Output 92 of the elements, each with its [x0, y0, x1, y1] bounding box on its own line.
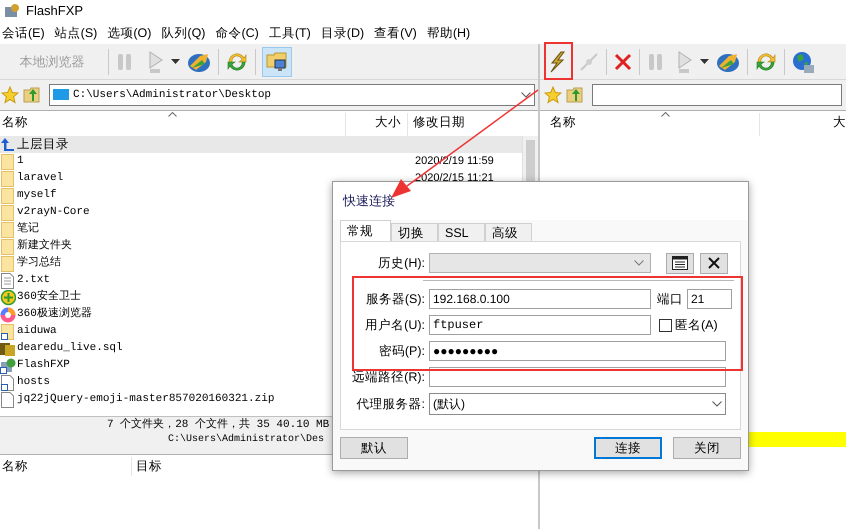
file-name: 360安全卫士 — [16, 289, 81, 306]
menu-item[interactable]: 目录(D) — [318, 23, 366, 43]
file-name: 学习总结 — [16, 255, 61, 272]
folder-icon — [1, 188, 15, 204]
up-folder-icon[interactable] — [566, 86, 584, 104]
monitor-icon — [53, 89, 69, 101]
field-label: 远端路径(R): — [351, 368, 426, 386]
menu-item[interactable]: 队列(Q) — [159, 23, 208, 43]
menu-item[interactable]: 站点(S) — [52, 23, 100, 43]
file-name: hosts — [16, 375, 50, 390]
folder-icon — [1, 154, 15, 170]
file-row[interactable]: 新建文件夹 — [0, 238, 522, 255]
path-field[interactable]: C:\Users\Administrator\Desktop — [49, 84, 535, 106]
remote-path-field[interactable] — [429, 367, 726, 387]
close-icon[interactable] — [613, 52, 633, 72]
tab[interactable]: SSL — [438, 223, 485, 241]
dialog-button[interactable]: 关闭 — [673, 437, 741, 459]
file-name: laravel — [16, 171, 64, 186]
dialog-title: 快速连接 — [343, 192, 395, 210]
window-title: FlashFXP — [26, 2, 84, 20]
clear-button[interactable] — [700, 252, 728, 274]
chevron-down-icon — [634, 260, 644, 266]
dialog-button[interactable]: 连接 — [594, 437, 662, 459]
file-name: 笔记 — [16, 221, 39, 238]
sort-caret-icon — [661, 112, 670, 117]
file-name: dearedu_live.sql — [16, 341, 123, 356]
menu-item[interactable]: 会话(E) — [0, 23, 47, 43]
proxy-dropdown[interactable]: (默认) — [429, 393, 726, 415]
star-icon[interactable] — [1, 86, 19, 104]
folder-icon — [1, 238, 15, 254]
status-text: 7 个文件夹，28 个文件，共 35 40.10 MB — [107, 417, 330, 432]
menu-item[interactable]: 查看(V) — [372, 23, 419, 43]
file-name: 360极速浏览器 — [16, 306, 92, 322]
file-name: myself — [16, 188, 57, 204]
sort-caret-icon — [168, 112, 177, 117]
tab[interactable]: 切换 — [391, 223, 438, 241]
dialog-button[interactable]: 默认 — [340, 437, 408, 459]
status-path: C:\Users\Administrator\Des — [168, 432, 324, 447]
menu-item[interactable]: 选项(O) — [105, 23, 154, 43]
file-name: 上层目录 — [16, 136, 69, 154]
menu-item[interactable]: 工具(T) — [266, 23, 313, 43]
server-field[interactable]: 192.168.0.100 — [429, 289, 651, 309]
star-icon[interactable] — [544, 86, 562, 104]
folder-icon — [1, 222, 15, 238]
plus-circle-icon — [0, 290, 16, 306]
password-field[interactable]: ●●●●●●●●● — [429, 341, 726, 361]
file-row[interactable]: 上层目录 — [0, 136, 522, 153]
path-field[interactable] — [592, 84, 842, 106]
menu-item[interactable]: 命令(C) — [213, 23, 261, 43]
column-header[interactable]: 目标 — [132, 457, 162, 476]
folder-icon — [1, 204, 15, 220]
column-header[interactable]: 修改日期 — [408, 113, 465, 136]
close-icon — [708, 257, 720, 269]
field-label: 历史(H): — [377, 254, 426, 272]
column-header[interactable]: 名称 — [0, 457, 132, 476]
path-text: C:\Users\Administrator\Desktop — [73, 88, 272, 103]
tab[interactable]: 高级 — [485, 223, 532, 241]
folder-icon — [1, 170, 15, 186]
port-label: 端口 — [657, 290, 684, 308]
database-file-icon — [0, 340, 16, 356]
dropdown-arrow-icon[interactable] — [171, 58, 180, 64]
menu-item[interactable]: 帮助(H) — [424, 23, 472, 43]
chevron-down-icon[interactable] — [521, 92, 531, 98]
anonymous-checkbox[interactable] — [659, 318, 672, 332]
folder-icon — [1, 256, 15, 272]
file-name: 2.txt — [16, 273, 50, 288]
file-name: 新建文件夹 — [16, 238, 72, 254]
file-name: jq22jQuery-emoji-master857020160321.zip — [16, 392, 274, 408]
up-arrow-icon — [0, 137, 16, 152]
folder-view-button[interactable] — [262, 46, 292, 76]
list-window-icon — [672, 256, 688, 270]
highlight-box — [544, 42, 573, 80]
site-list-button[interactable] — [666, 252, 694, 274]
chevron-down-icon — [712, 401, 722, 407]
port-field[interactable]: 21 — [687, 289, 732, 309]
file-name: aiduwa — [16, 324, 57, 340]
file-name: FlashFXP — [16, 358, 70, 374]
username-field[interactable]: ftpuser — [429, 315, 651, 335]
field-label: 服务器(S): — [364, 290, 426, 308]
field-label: 密码(P): — [378, 342, 426, 360]
app-logo-icon — [4, 3, 20, 19]
column-header[interactable]: 大 — [760, 113, 846, 136]
field-label: 用户名(U): — [364, 316, 426, 334]
globe-icon[interactable] — [791, 50, 815, 74]
field-label: 代理服务器: — [356, 396, 426, 413]
file-row[interactable]: 2.txt — [0, 272, 522, 289]
up-folder-icon[interactable] — [23, 86, 41, 104]
file-name: 1 — [16, 154, 24, 170]
tab[interactable]: 常规 — [340, 220, 391, 241]
file-name: v2rayN-Core — [16, 205, 90, 220]
checkbox-label: 匿名(A) — [675, 316, 718, 334]
dropdown-arrow-icon[interactable] — [700, 58, 709, 64]
